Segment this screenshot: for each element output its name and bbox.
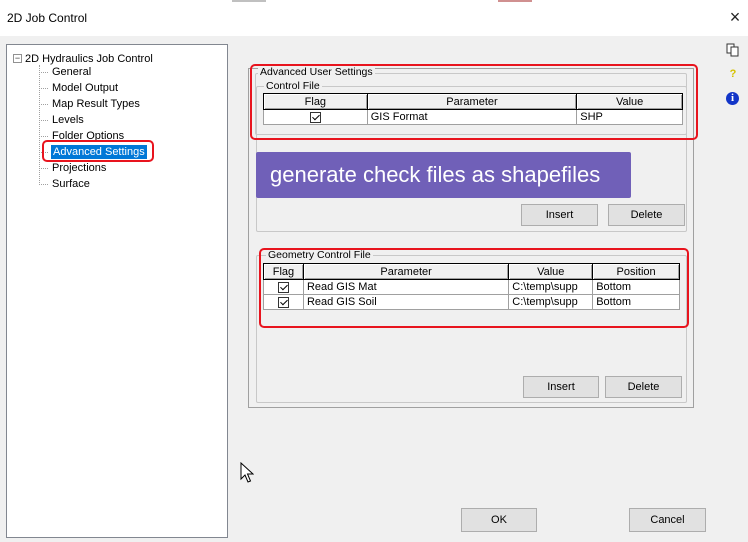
- collapse-icon[interactable]: −: [13, 54, 22, 63]
- copy-icon[interactable]: [726, 43, 740, 57]
- close-icon[interactable]: ×: [725, 7, 745, 27]
- control-file-delete-button[interactable]: Delete: [608, 204, 685, 226]
- help-icon[interactable]: ?: [726, 67, 740, 81]
- tree-item-levels[interactable]: Levels: [52, 113, 84, 127]
- tree-connector: [39, 88, 48, 89]
- tree-item-map-result-types[interactable]: Map Result Types: [52, 97, 140, 111]
- cancel-button[interactable]: Cancel: [629, 508, 706, 532]
- annotation-callout: generate check files as shapefiles: [256, 152, 631, 198]
- tree-item-model-output[interactable]: Model Output: [52, 81, 118, 95]
- window-title: 2D Job Control: [7, 11, 88, 25]
- side-toolbar: ? i: [718, 36, 748, 542]
- geometry-delete-button[interactable]: Delete: [605, 376, 682, 398]
- tree-item-projections[interactable]: Projections: [52, 161, 106, 175]
- annotation-highlight: [250, 64, 698, 140]
- background-window-strip: [498, 0, 532, 2]
- tree-connector: [39, 184, 48, 185]
- control-file-insert-button[interactable]: Insert: [521, 204, 598, 226]
- geometry-insert-button[interactable]: Insert: [523, 376, 599, 398]
- info-icon[interactable]: i: [726, 92, 739, 105]
- annotation-highlight: [42, 140, 154, 162]
- tree-connector: [39, 120, 48, 121]
- tree-item-surface[interactable]: Surface: [52, 177, 90, 191]
- ok-button[interactable]: OK: [461, 508, 537, 532]
- tree-root[interactable]: 2D Hydraulics Job Control: [25, 52, 153, 66]
- tree-connector: [39, 136, 48, 137]
- mouse-cursor-icon: [240, 462, 254, 483]
- tree-connector: [39, 104, 48, 105]
- tree-connector: [39, 72, 48, 73]
- title-bar: 2D Job Control ×: [0, 0, 748, 36]
- tree-connector: [39, 65, 40, 185]
- annotation-highlight: [259, 248, 689, 328]
- navigation-tree[interactable]: − 2D Hydraulics Job Control General Mode…: [6, 44, 228, 538]
- tree-connector: [39, 168, 48, 169]
- background-window-strip: [232, 0, 266, 2]
- tree-item-general[interactable]: General: [52, 65, 91, 79]
